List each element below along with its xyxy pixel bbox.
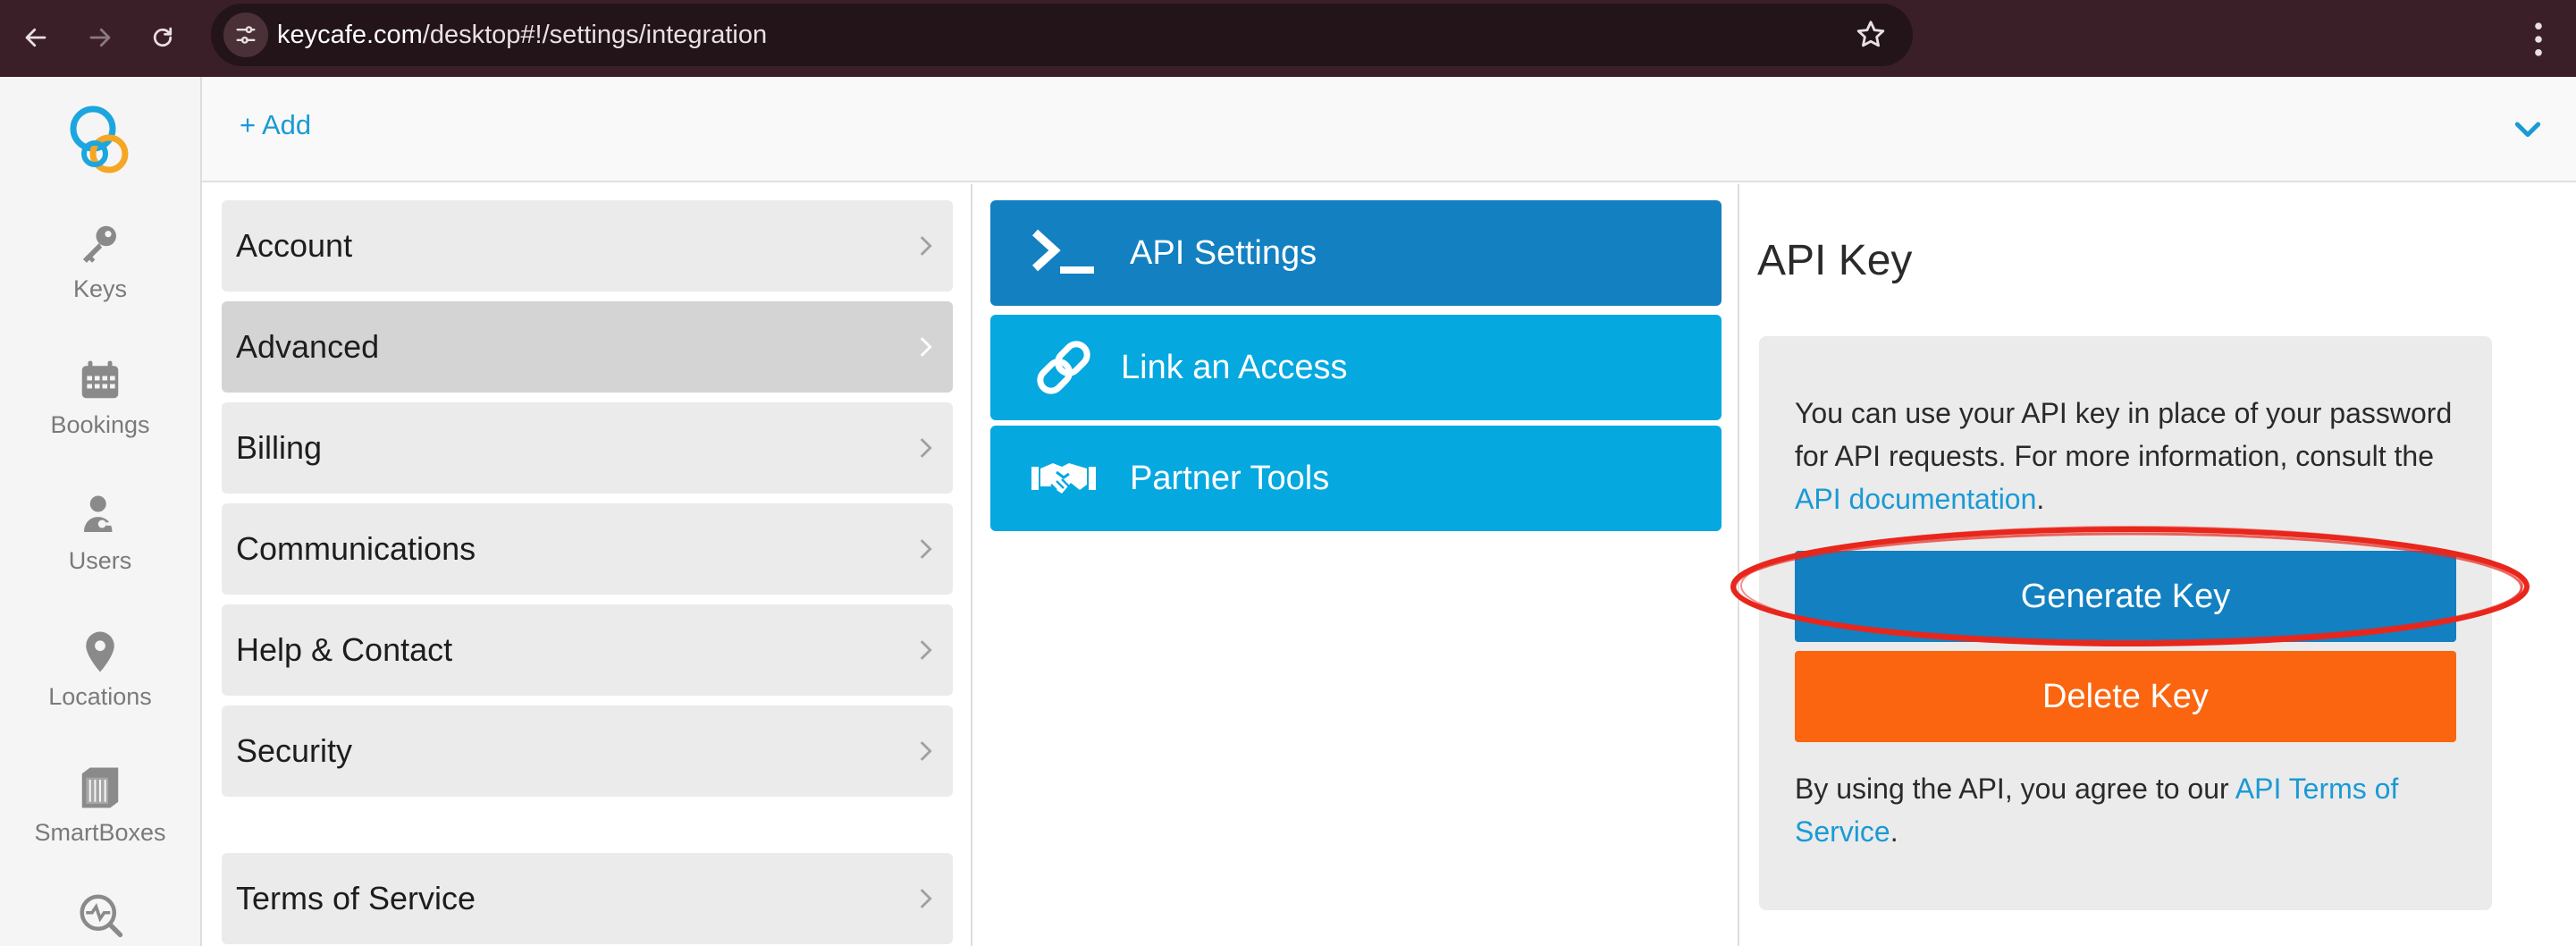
- api-key-panel: API Key You can use your API key in plac…: [1741, 184, 2576, 946]
- integration-menu: API Settings Link an Access Partner Tool…: [974, 184, 1739, 946]
- chevron-right-icon: [920, 889, 932, 908]
- key-icon: [82, 225, 116, 263]
- settings-item-terms-of-service[interactable]: Terms of Service: [222, 853, 953, 944]
- settings-item-account[interactable]: Account: [222, 200, 953, 291]
- handshake-icon: [1031, 463, 1096, 494]
- description-text: You can use your API key in place of you…: [1795, 397, 2453, 472]
- reload-button[interactable]: [138, 13, 188, 63]
- partner-tools-button[interactable]: Partner Tools: [990, 426, 1722, 531]
- chevron-right-icon: [920, 438, 932, 458]
- terms-text: By using the API, you agree to our: [1795, 773, 2235, 805]
- settings-item-security[interactable]: Security: [222, 705, 953, 797]
- terminal-icon: [1031, 229, 1094, 274]
- address-bar[interactable]: keycafe.com/desktop#!/settings/integrati…: [211, 4, 1913, 66]
- chevron-right-icon: [920, 236, 932, 256]
- chevron-right-icon: [920, 337, 932, 357]
- rail-label: Keys: [72, 275, 128, 302]
- reload-icon: [153, 27, 173, 47]
- users-icon: [84, 495, 116, 532]
- settings-item-label: Billing: [236, 429, 323, 466]
- smartbox-icon: [81, 767, 119, 808]
- rail-label: SmartBoxes: [34, 819, 166, 846]
- calendar-icon: [81, 360, 119, 399]
- settings-item-communications[interactable]: Communications: [222, 503, 953, 595]
- arrow-left-icon: [25, 28, 46, 47]
- url-text: keycafe.com/desktop#!/settings/integrati…: [277, 4, 767, 66]
- arrow-right-icon: [89, 28, 111, 47]
- bookmark-star-icon[interactable]: [1854, 18, 1888, 52]
- app-sidebar: Keys Bookings Users Locations SmartBoxes: [0, 77, 202, 946]
- link-icon: [1037, 341, 1090, 394]
- link-an-access-button[interactable]: Link an Access: [990, 315, 1722, 420]
- api-key-title: API Key: [1757, 237, 1913, 284]
- settings-item-billing[interactable]: Billing: [222, 402, 953, 494]
- api-settings-label: API Settings: [1130, 234, 1317, 272]
- add-button[interactable]: + Add: [240, 109, 311, 141]
- settings-menu: Account Advanced Billing Communications …: [202, 184, 972, 946]
- partner-tools-label: Partner Tools: [1130, 460, 1330, 497]
- settings-item-label: Account: [236, 227, 353, 264]
- location-pin-icon: [86, 631, 114, 672]
- settings-item-label: Advanced: [236, 328, 380, 365]
- rail-label: Locations: [48, 683, 152, 710]
- generate-key-button[interactable]: Generate Key: [1795, 551, 2456, 642]
- back-button[interactable]: [11, 13, 61, 63]
- settings-item-label: Terms of Service: [236, 880, 476, 916]
- settings-item-label: Security: [236, 732, 353, 769]
- settings-item-label: Communications: [236, 530, 476, 567]
- settings-item-label: Help & Contact: [236, 631, 453, 668]
- settings-item-help-contact[interactable]: Help & Contact: [222, 604, 953, 696]
- rail-label: Bookings: [50, 411, 150, 438]
- api-terms-notice: By using the API, you agree to our API T…: [1795, 767, 2474, 853]
- site-settings-icon[interactable]: [223, 13, 268, 57]
- browser-menu-icon[interactable]: [2521, 14, 2556, 64]
- api-documentation-link[interactable]: API documentation: [1795, 483, 2036, 515]
- browser-toolbar: keycafe.com/desktop#!/settings/integrati…: [0, 0, 2576, 77]
- monitoring-icon: [80, 894, 123, 938]
- settings-item-advanced[interactable]: Advanced: [222, 301, 953, 393]
- terms-suffix: .: [1890, 815, 1898, 848]
- description-suffix: .: [2036, 483, 2045, 515]
- delete-key-button[interactable]: Delete Key: [1795, 651, 2456, 742]
- api-settings-button[interactable]: API Settings: [990, 200, 1722, 306]
- rail-label: Users: [68, 547, 132, 574]
- rail-item-locations[interactable]: Locations: [0, 626, 200, 711]
- rail-item-users[interactable]: Users: [0, 490, 200, 575]
- rail-item-bookings[interactable]: Bookings: [0, 354, 200, 439]
- chevron-right-icon: [920, 539, 932, 559]
- api-key-card: You can use your API key in place of you…: [1759, 336, 2492, 910]
- rail-item-monitoring[interactable]: [0, 889, 200, 941]
- chevron-right-icon: [920, 741, 932, 761]
- url-path: /desktop#!/settings/integration: [422, 21, 768, 49]
- keycafe-logo: [70, 106, 129, 173]
- api-key-description: You can use your API key in place of you…: [1795, 392, 2474, 520]
- chevron-down-icon[interactable]: [2510, 111, 2546, 147]
- url-domain: keycafe.com: [277, 21, 423, 49]
- link-an-access-label: Link an Access: [1121, 349, 1348, 386]
- chevron-right-icon: [920, 640, 932, 660]
- top-bar: + Add: [202, 77, 2576, 182]
- rail-item-smartboxes[interactable]: SmartBoxes: [0, 762, 200, 847]
- forward-button[interactable]: [75, 13, 125, 63]
- rail-item-keys[interactable]: Keys: [0, 218, 200, 303]
